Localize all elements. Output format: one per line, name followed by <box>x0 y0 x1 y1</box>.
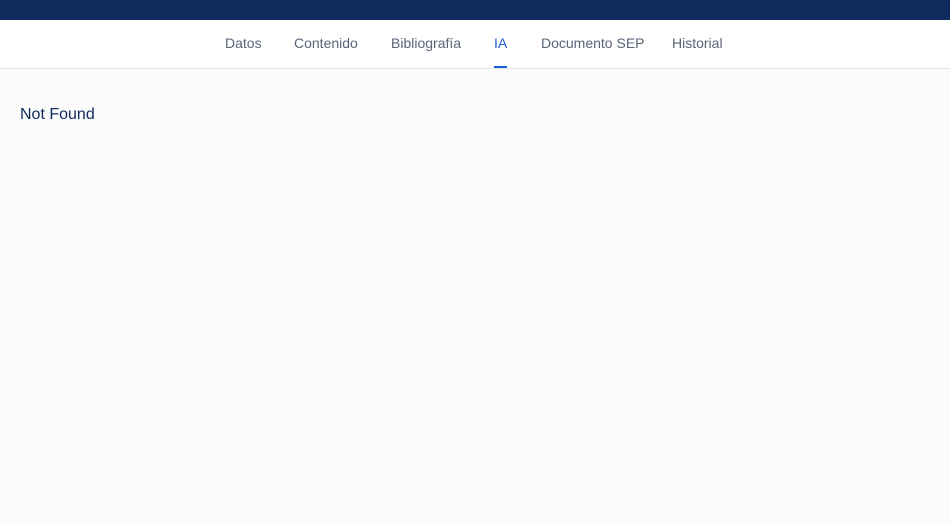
tab-ia[interactable]: IA <box>494 20 508 68</box>
tab-label: Historial <box>672 35 723 51</box>
tab-datos[interactable]: Datos <box>225 20 262 68</box>
tab-active-indicator <box>494 66 508 68</box>
tab-label: Contenido <box>294 35 358 51</box>
tab-contenido[interactable]: Contenido <box>294 20 358 68</box>
tab-navigation: Datos Contenido Bibliografía IA Document… <box>0 20 950 69</box>
tab-label: Datos <box>225 35 262 51</box>
tab-label: IA <box>494 35 508 51</box>
top-header-bar <box>0 0 950 20</box>
tab-label: Bibliografía <box>391 35 462 51</box>
tab-historial[interactable]: Historial <box>672 20 723 68</box>
main-content: Not Found <box>0 69 950 124</box>
tab-label: Documento SEP <box>541 35 645 51</box>
tab-bibliografia[interactable]: Bibliografía <box>391 20 461 68</box>
not-found-message: Not Found <box>20 106 95 123</box>
tab-documento-sep[interactable]: Documento SEP <box>541 20 645 68</box>
